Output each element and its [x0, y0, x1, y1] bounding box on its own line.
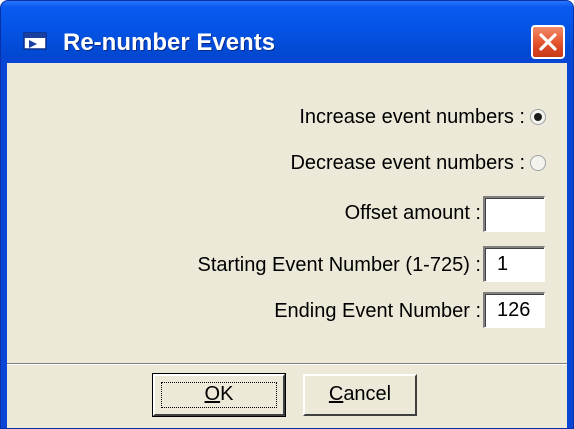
close-button[interactable]: [531, 25, 565, 59]
starting-event-field[interactable]: 1: [483, 246, 545, 282]
title-bar[interactable]: Re-number Events: [1, 1, 573, 63]
dialog-icon: [23, 32, 47, 50]
cancel-button[interactable]: Cancel: [303, 374, 417, 416]
ending-event-field[interactable]: 126: [483, 292, 545, 328]
increase-radio[interactable]: [530, 109, 546, 125]
decrease-label: Decrease event numbers :: [290, 152, 525, 174]
offset-amount-field[interactable]: [483, 196, 545, 232]
starting-label: Starting Event Number (1-725) :: [197, 254, 481, 276]
close-icon: [539, 33, 557, 51]
offset-label: Offset amount :: [344, 202, 481, 224]
focus-rect: [161, 382, 277, 408]
decrease-radio[interactable]: [530, 155, 546, 171]
button-bar: OK Cancel: [7, 365, 567, 428]
increase-label: Increase event numbers :: [299, 106, 525, 128]
cancel-mnemonic: C: [328, 383, 344, 405]
ending-label: Ending Event Number :: [274, 300, 481, 322]
cancel-label-rest: ancel: [343, 383, 392, 405]
window-title: Re-number Events: [63, 29, 276, 56]
dialog-body: Increase event numbers : Decrease event …: [7, 63, 567, 428]
ok-button[interactable]: OK: [152, 373, 286, 417]
dialog-window: Re-number Events Increase event numbers …: [0, 0, 574, 429]
radio-selected-dot: [534, 113, 542, 121]
